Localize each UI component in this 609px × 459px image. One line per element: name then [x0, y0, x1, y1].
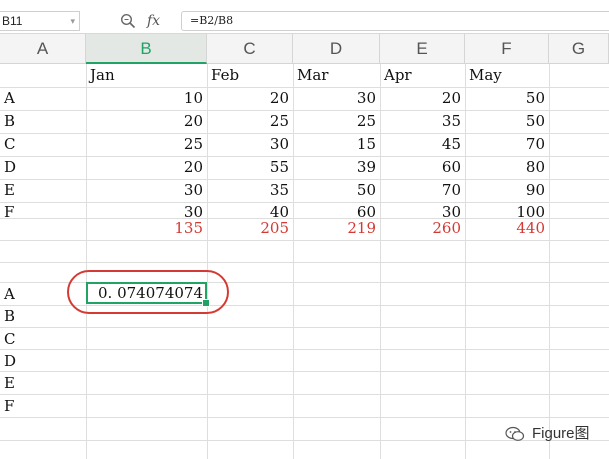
- total-cell[interactable]: 135: [86, 217, 203, 239]
- data-cell[interactable]: 30: [207, 133, 289, 155]
- month-header[interactable]: Feb: [207, 64, 293, 86]
- row-label[interactable]: D: [0, 156, 84, 178]
- data-cell[interactable]: 80: [465, 156, 545, 178]
- month-header[interactable]: Mar: [293, 64, 380, 86]
- data-cell[interactable]: 20: [86, 156, 203, 178]
- selected-cell[interactable]: [86, 282, 207, 304]
- data-cell[interactable]: 50: [293, 179, 376, 201]
- column-header-d[interactable]: D: [293, 34, 380, 64]
- row-gridline: [0, 262, 609, 263]
- fx-icon[interactable]: fx: [147, 11, 160, 31]
- column-header-a[interactable]: A: [0, 34, 86, 64]
- data-cell[interactable]: 45: [380, 133, 461, 155]
- total-cell[interactable]: 219: [293, 217, 376, 239]
- lower-row-label[interactable]: F: [0, 395, 84, 417]
- total-cell[interactable]: 205: [207, 217, 289, 239]
- row-label[interactable]: F: [0, 201, 84, 223]
- lower-row-label[interactable]: B: [0, 305, 84, 327]
- watermark-text: Figure图: [532, 425, 590, 442]
- column-header-e[interactable]: E: [380, 34, 465, 64]
- data-cell[interactable]: 55: [207, 156, 289, 178]
- data-cell[interactable]: 25: [293, 110, 376, 132]
- row-label[interactable]: A: [0, 87, 84, 109]
- column-header-b[interactable]: B: [86, 34, 207, 64]
- total-cell[interactable]: 440: [465, 217, 545, 239]
- total-cell[interactable]: 260: [380, 217, 461, 239]
- data-cell[interactable]: 50: [465, 110, 545, 132]
- data-cell[interactable]: 20: [380, 87, 461, 109]
- data-cell[interactable]: 20: [207, 87, 289, 109]
- wechat-icon: [505, 426, 525, 441]
- fill-handle[interactable]: [202, 299, 210, 307]
- month-header[interactable]: Apr: [380, 64, 465, 86]
- lower-row-label[interactable]: C: [0, 328, 84, 350]
- data-cell[interactable]: 35: [207, 179, 289, 201]
- name-box[interactable]: B11 ▾: [0, 11, 80, 31]
- lower-row-label[interactable]: E: [0, 372, 84, 394]
- formula-tools: fx: [116, 11, 176, 31]
- data-cell[interactable]: 60: [380, 156, 461, 178]
- row-label[interactable]: C: [0, 133, 84, 155]
- row-label[interactable]: B: [0, 110, 84, 132]
- data-cell[interactable]: 90: [465, 179, 545, 201]
- row-gridline: [0, 349, 609, 350]
- row-gridline: [0, 371, 609, 372]
- row-gridline: [0, 417, 609, 418]
- row-gridline: [0, 240, 609, 241]
- row-label[interactable]: E: [0, 179, 84, 201]
- data-cell[interactable]: 50: [465, 87, 545, 109]
- data-cell[interactable]: 25: [86, 133, 203, 155]
- data-cell[interactable]: 39: [293, 156, 376, 178]
- data-cell[interactable]: 30: [86, 179, 203, 201]
- data-cell[interactable]: 10: [86, 87, 203, 109]
- row-gridline: [0, 394, 609, 395]
- zoom-icon[interactable]: [120, 13, 136, 29]
- data-cell[interactable]: 70: [465, 133, 545, 155]
- row-gridline: [0, 327, 609, 328]
- lower-row-label[interactable]: D: [0, 350, 84, 372]
- data-cell[interactable]: 25: [207, 110, 289, 132]
- chevron-down-icon[interactable]: ▾: [70, 12, 75, 30]
- column-header-f[interactable]: F: [465, 34, 549, 64]
- data-cell[interactable]: 35: [380, 110, 461, 132]
- column-header-c[interactable]: C: [207, 34, 293, 64]
- formula-bar: B11 ▾ fx =B2/B8: [0, 0, 609, 34]
- column-header-g[interactable]: G: [549, 34, 609, 64]
- data-cell[interactable]: 30: [293, 87, 376, 109]
- formula-input[interactable]: =B2/B8: [181, 11, 609, 31]
- data-cell[interactable]: 15: [293, 133, 376, 155]
- name-box-value: B11: [2, 14, 23, 28]
- month-header[interactable]: May: [465, 64, 549, 86]
- data-cell[interactable]: 70: [380, 179, 461, 201]
- month-header[interactable]: Jan: [86, 64, 207, 86]
- data-cell[interactable]: 20: [86, 110, 203, 132]
